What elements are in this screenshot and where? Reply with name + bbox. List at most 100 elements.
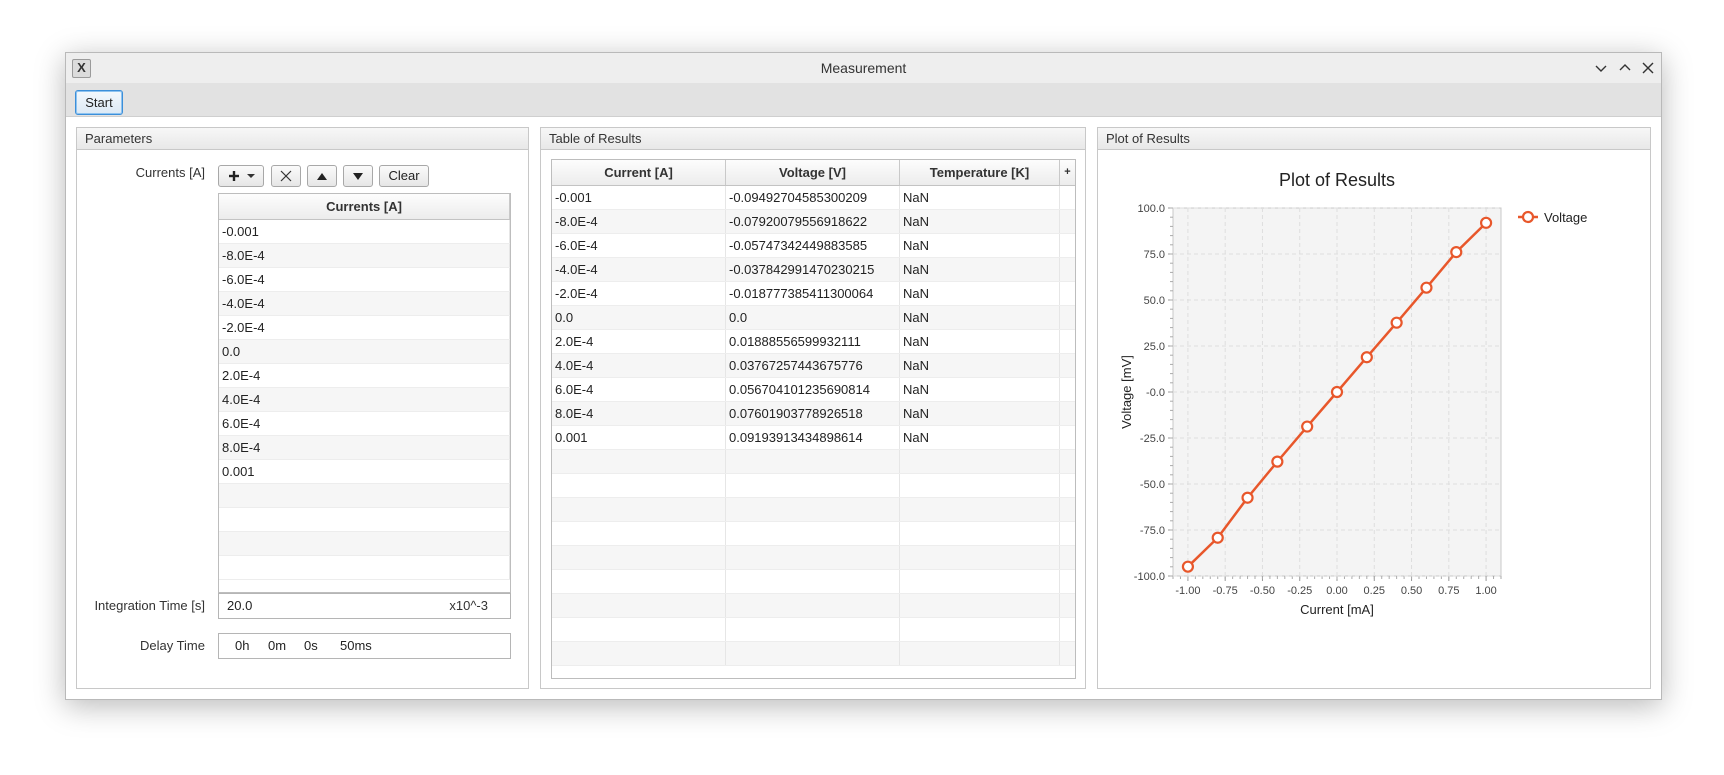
content-area: Parameters Currents [A] Clear Currents [… — [66, 117, 1661, 699]
table-row[interactable]: -0.001 -0.09492704585300209 NaN — [552, 186, 1075, 210]
table-cell — [1060, 378, 1075, 401]
table-cell — [1060, 522, 1075, 545]
y-axis-label: Voltage [mV] — [1119, 355, 1134, 429]
y-tick-label: -50.0 — [1140, 479, 1165, 491]
move-down-button[interactable] — [343, 165, 373, 187]
empty-table-row[interactable] — [552, 618, 1075, 642]
column-header-temperature[interactable]: Temperature [K] — [900, 160, 1060, 185]
table-cell: NaN — [900, 330, 1060, 353]
table-row[interactable]: 6.0E-4 0.056704101235690814 NaN — [552, 378, 1075, 402]
remove-button[interactable] — [271, 165, 301, 187]
integration-time-field[interactable]: 20.0 x10^-3 — [218, 593, 511, 619]
table-row[interactable]: -8.0E-4 -0.07920079556918622 NaN — [552, 210, 1075, 234]
y-tick-label: -75.0 — [1140, 525, 1165, 537]
add-button[interactable] — [218, 165, 264, 187]
table-row[interactable]: 6.0E-4 — [219, 412, 510, 436]
clear-button[interactable]: Clear — [379, 165, 429, 187]
window-title: Measurement — [820, 60, 907, 76]
data-point — [1450, 246, 1463, 259]
legend-marker — [1521, 210, 1535, 224]
title-bar[interactable]: X Measurement — [66, 53, 1661, 83]
y-tick-label: 25.0 — [1144, 341, 1165, 353]
data-point — [1301, 420, 1314, 433]
table-row[interactable]: -4.0E-4 — [219, 292, 510, 316]
table-row[interactable]: 0.001 0.09193913434898614 NaN — [552, 426, 1075, 450]
table-cell — [726, 642, 900, 665]
results-table[interactable]: Current [A] Voltage [V] Temperature [K] … — [551, 159, 1076, 679]
arrow-down-icon — [353, 173, 363, 180]
table-cell — [1060, 498, 1075, 521]
table-row[interactable]: 0.0 0.0 NaN — [552, 306, 1075, 330]
table-cell: 0.001 — [552, 426, 726, 449]
table-row[interactable]: 8.0E-4 0.07601903778926518 NaN — [552, 402, 1075, 426]
table-cell: -0.05747342449883585 — [726, 234, 900, 257]
empty-table-row[interactable] — [552, 570, 1075, 594]
empty-table-row[interactable] — [552, 522, 1075, 546]
delay-time-label: Delay Time — [139, 638, 205, 653]
table-cell — [726, 546, 900, 569]
table-row[interactable]: 0.0 — [219, 340, 510, 364]
x-tick-label: -0.25 — [1287, 585, 1312, 597]
maximize-icon[interactable] — [1615, 58, 1635, 78]
table-cell: -4.0E-4 — [219, 292, 510, 315]
table-cell: 0.056704101235690814 — [726, 378, 900, 401]
delay-minutes[interactable]: 0m — [268, 634, 286, 658]
empty-table-row[interactable] — [552, 450, 1075, 474]
column-menu-button[interactable]: + — [1060, 160, 1075, 185]
table-cell — [552, 474, 726, 497]
table-row[interactable]: -8.0E-4 — [219, 244, 510, 268]
empty-table-row[interactable] — [219, 532, 510, 556]
move-up-button[interactable] — [307, 165, 337, 187]
column-header-voltage[interactable]: Voltage [V] — [726, 160, 900, 185]
table-row[interactable]: -0.001 — [219, 220, 510, 244]
table-cell — [219, 484, 510, 507]
column-header-current[interactable]: Current [A] — [552, 160, 726, 185]
table-row[interactable]: -2.0E-4 -0.018777385411300064 NaN — [552, 282, 1075, 306]
x-tick-label: -0.75 — [1213, 585, 1238, 597]
table-cell: 6.0E-4 — [219, 412, 510, 435]
column-header-currents[interactable]: Currents [A] — [219, 194, 510, 219]
table-row[interactable]: -4.0E-4 -0.037842991470230215 NaN — [552, 258, 1075, 282]
empty-table-row[interactable] — [552, 498, 1075, 522]
empty-table-row[interactable] — [552, 474, 1075, 498]
table-row[interactable]: 2.0E-4 0.01888556599932111 NaN — [552, 330, 1075, 354]
start-button[interactable]: Start — [75, 90, 123, 115]
currents-label: Currents [A] — [135, 165, 205, 180]
table-cell — [219, 508, 510, 531]
table-cell — [1060, 258, 1075, 281]
y-tick-label: 50.0 — [1144, 295, 1165, 307]
table-cell: 6.0E-4 — [552, 378, 726, 401]
table-row[interactable]: 2.0E-4 — [219, 364, 510, 388]
delay-seconds[interactable]: 0s — [304, 634, 318, 658]
empty-table-row[interactable] — [552, 594, 1075, 618]
table-row[interactable]: 8.0E-4 — [219, 436, 510, 460]
empty-table-row[interactable] — [219, 556, 510, 580]
table-cell — [726, 498, 900, 521]
delay-time-field[interactable]: 0h 0m 0s 50ms — [218, 633, 511, 659]
empty-table-row[interactable] — [219, 508, 510, 532]
empty-table-row[interactable] — [552, 546, 1075, 570]
table-cell: -0.001 — [552, 186, 726, 209]
table-cell: -0.07920079556918622 — [726, 210, 900, 233]
plot-chart[interactable]: Plot of Results -1.00 -0.75 -0.50 -0.25 0.00 0… — [1098, 150, 1650, 688]
x-tick-label: -1.00 — [1175, 585, 1200, 597]
chart-title: Plot of Results — [1279, 170, 1395, 190]
table-row[interactable]: 0.001 — [219, 460, 510, 484]
minimize-icon[interactable] — [1591, 58, 1611, 78]
table-row[interactable]: -2.0E-4 — [219, 316, 510, 340]
data-point — [1271, 455, 1284, 468]
table-row[interactable]: 4.0E-4 — [219, 388, 510, 412]
table-row[interactable]: -6.0E-4 -0.05747342449883585 NaN — [552, 234, 1075, 258]
table-cell: -0.09492704585300209 — [726, 186, 900, 209]
table-row[interactable]: 4.0E-4 0.03767257443675776 NaN — [552, 354, 1075, 378]
table-cell — [900, 498, 1060, 521]
delay-milliseconds[interactable]: 50ms — [340, 634, 372, 658]
delay-hours[interactable]: 0h — [235, 634, 249, 658]
empty-table-row[interactable] — [552, 642, 1075, 666]
currents-table[interactable]: Currents [A] -0.001 -8.0E-4 -6.0E-4 -4.0E-4… — [218, 193, 511, 593]
close-icon[interactable] — [1638, 58, 1658, 78]
table-row[interactable]: -6.0E-4 — [219, 268, 510, 292]
empty-table-row[interactable] — [219, 484, 510, 508]
table-cell — [1060, 234, 1075, 257]
chevron-down-icon — [247, 174, 255, 178]
